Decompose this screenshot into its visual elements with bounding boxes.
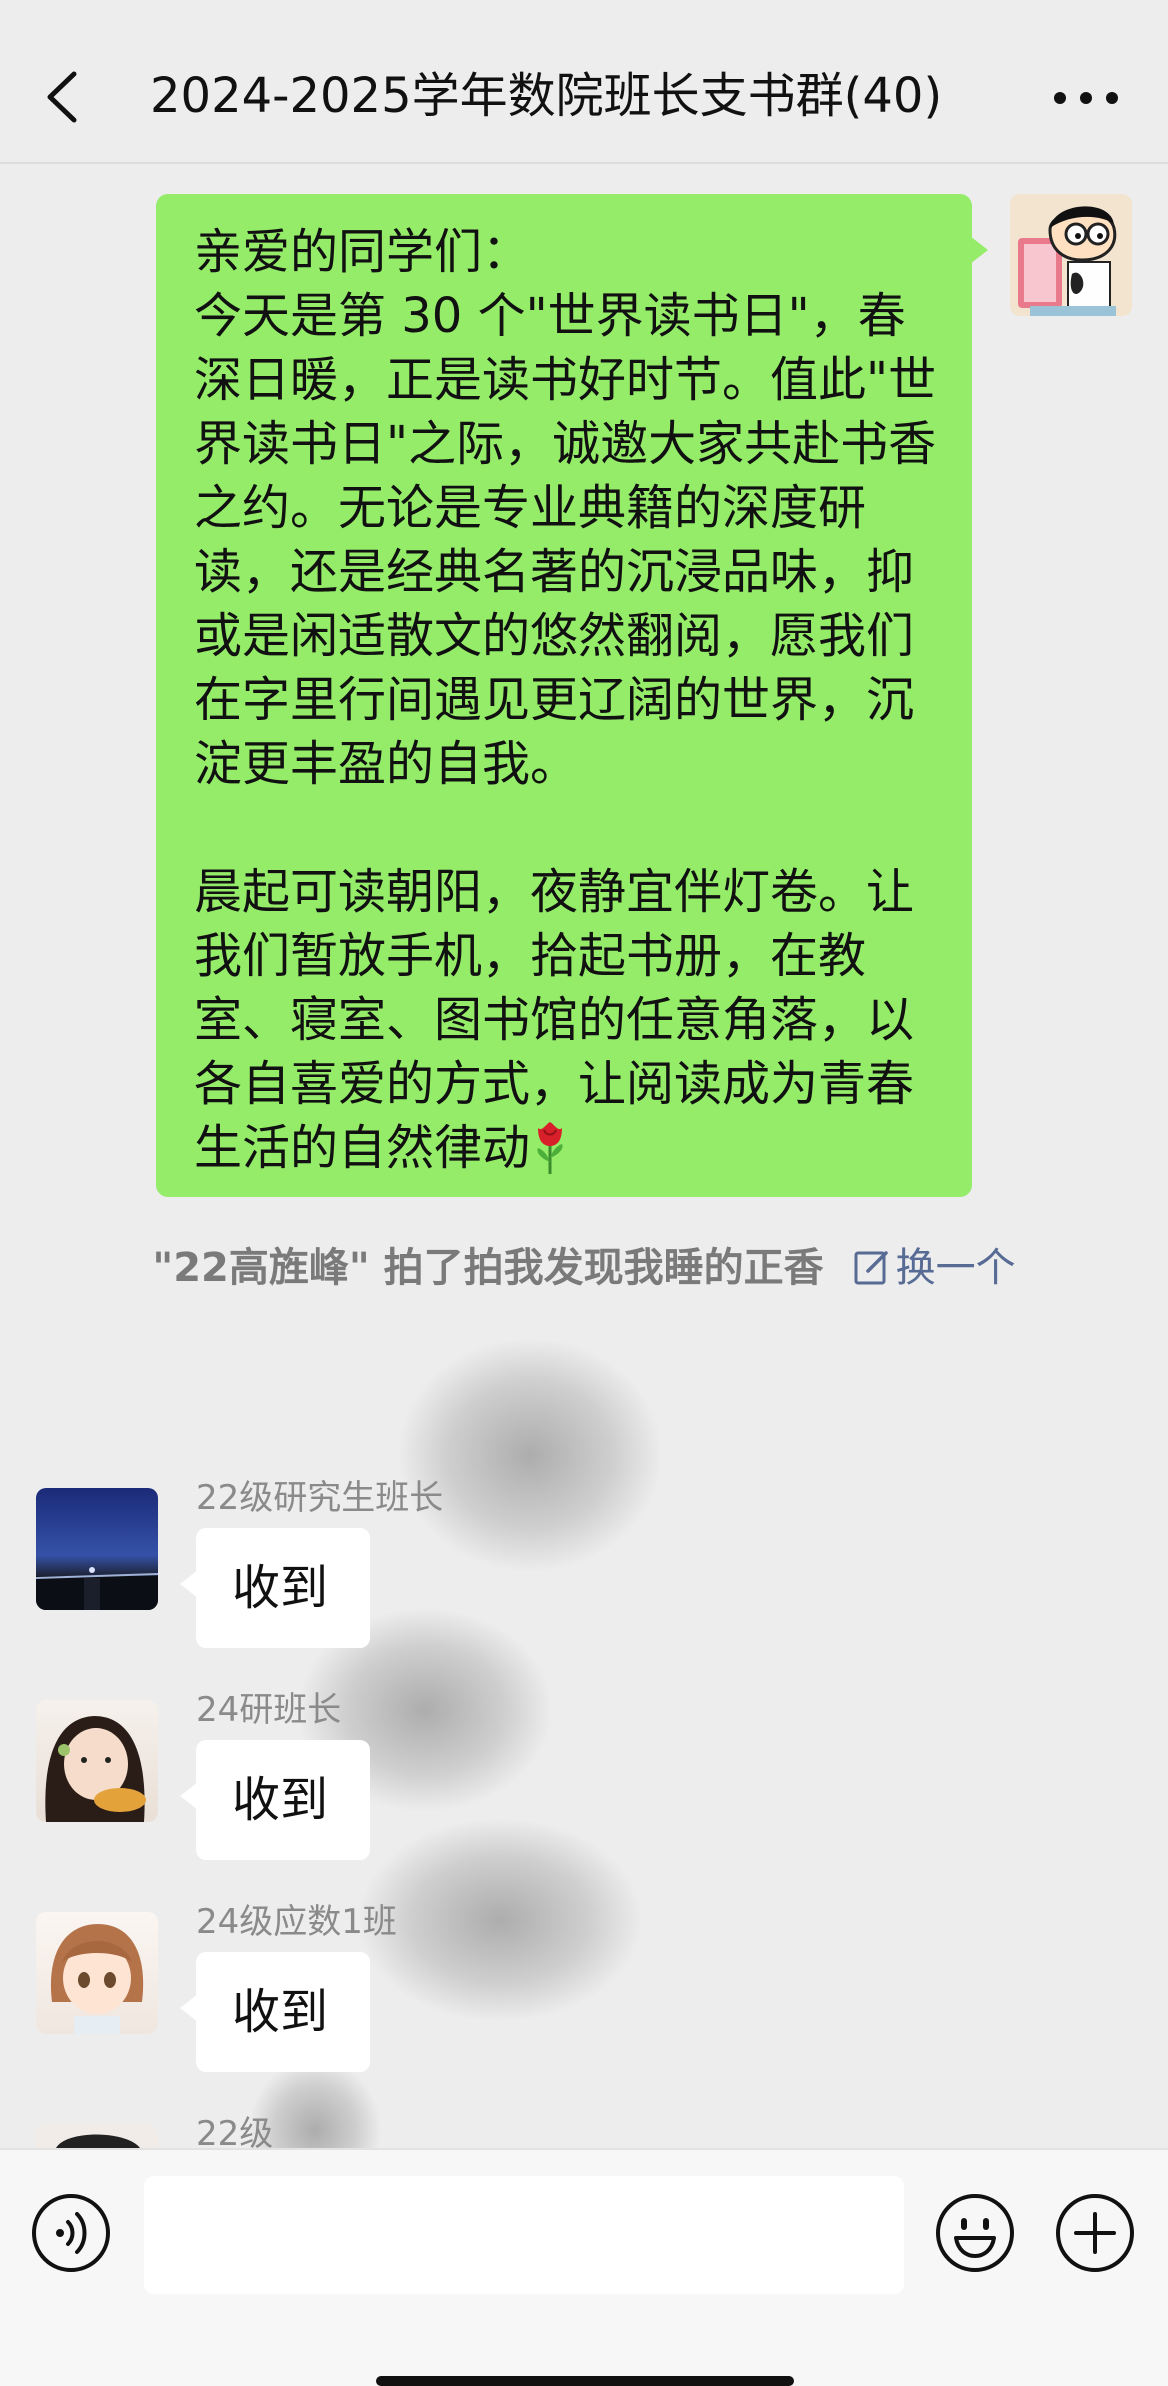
edit-icon bbox=[852, 1246, 892, 1286]
cartoon-avatar-image bbox=[1010, 194, 1132, 316]
voice-button[interactable] bbox=[30, 2192, 112, 2274]
sender-name: 24级应数1班 bbox=[196, 1902, 397, 1942]
sender-name: 24研班长 bbox=[196, 1690, 342, 1730]
anime-girl-avatar-image bbox=[50, 1924, 144, 2034]
emoji-button[interactable] bbox=[934, 2192, 1016, 2274]
emoji-icon bbox=[936, 2194, 1014, 2272]
home-indicator[interactable] bbox=[376, 2376, 794, 2386]
change-pat-label: 换一个 bbox=[895, 1245, 1016, 1291]
plus-button[interactable] bbox=[1054, 2192, 1136, 2274]
more-dots-icon bbox=[1054, 92, 1118, 104]
girl-photo-avatar-image bbox=[45, 1716, 146, 1822]
partial-avatar-image bbox=[56, 2134, 140, 2148]
pat-notice-text: "22高旌峰" 拍了拍我发现我睡的正香 bbox=[152, 1245, 824, 1291]
received-message-bubble[interactable]: 收到 bbox=[180, 1952, 370, 2072]
chat-screen: 2024-2025学年数院班长支书群(40) 亲爱的同学们： 今天是第 30 个… bbox=[0, 0, 1168, 2386]
received-message-text: 收到 bbox=[232, 1560, 329, 1616]
sender-name: 22级研究生班长 bbox=[196, 1478, 444, 1518]
received-message-bubble[interactable]: 收到 bbox=[180, 1528, 370, 1648]
redaction-smudge bbox=[400, 1340, 660, 1570]
sent-message-text: 亲爱的同学们： 今天是第 30 个"世界读书日"，春深日暖，正是读书好时节。值此… bbox=[194, 224, 937, 1176]
back-button[interactable] bbox=[30, 62, 100, 132]
chat-title: 2024-2025学年数院班长支书群(40) bbox=[150, 68, 943, 124]
pat-notice: "22高旌峰" 拍了拍我发现我睡的正香 换一个 bbox=[0, 1240, 1168, 1296]
message-input[interactable] bbox=[144, 2176, 904, 2294]
rose-emoji bbox=[530, 1118, 570, 1176]
plus-icon bbox=[1056, 2194, 1134, 2272]
received-message-bubble[interactable]: 收到 bbox=[180, 1740, 370, 1860]
sender-avatar[interactable] bbox=[36, 1488, 158, 1610]
received-message-text: 收到 bbox=[232, 1984, 329, 2040]
self-avatar[interactable] bbox=[1010, 194, 1132, 316]
redaction-smudge bbox=[360, 1820, 640, 2020]
sender-avatar[interactable] bbox=[36, 2124, 158, 2148]
change-pat-button[interactable]: 换一个 bbox=[852, 1245, 1016, 1291]
chevron-left-icon bbox=[47, 71, 77, 123]
voice-icon bbox=[32, 2194, 110, 2272]
night-bridge-avatar-image bbox=[36, 1567, 158, 1610]
input-bar bbox=[0, 2148, 1168, 2386]
received-message-text: 收到 bbox=[232, 1772, 329, 1828]
sender-avatar[interactable] bbox=[36, 1912, 158, 2034]
more-button[interactable] bbox=[1048, 72, 1124, 124]
chat-header: 2024-2025学年数院班长支书群(40) bbox=[0, 0, 1168, 164]
sent-message-bubble[interactable]: 亲爱的同学们： 今天是第 30 个"世界读书日"，春深日暖，正是读书好时节。值此… bbox=[156, 194, 988, 1197]
sender-avatar[interactable] bbox=[36, 1700, 158, 1822]
